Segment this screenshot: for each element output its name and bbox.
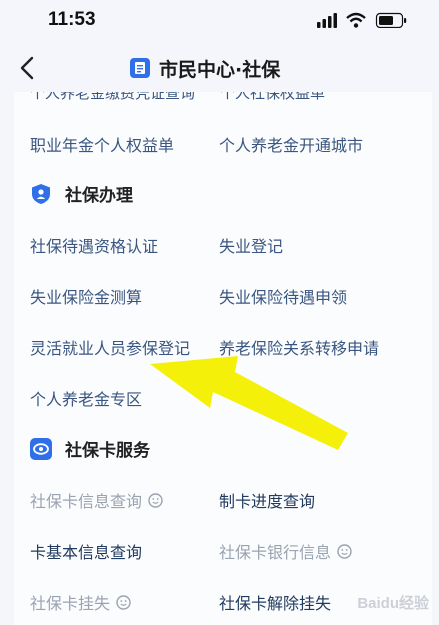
section-title: 社保卡服务 [65, 441, 150, 461]
face-recognition-icon [337, 543, 352, 559]
navigation-bar: 市民中心·社保 [0, 44, 439, 92]
menu-item-personal-social-security-rights[interactable]: 个人社保权益单 [220, 92, 325, 103]
status-bar: 11:53 [0, 0, 439, 44]
menu-item-unemployment-benefit-claim[interactable]: 失业保险待遇申领 [219, 284, 347, 308]
menu-item-pension-open-cities[interactable]: 个人养老金开通城市 [219, 132, 363, 156]
menu-item-occupational-annuity-rights[interactable]: 职业年金个人权益单 [30, 132, 174, 156]
page-title: 市民中心·社保 [130, 54, 280, 82]
menu-item-personal-pension-zone[interactable]: 个人养老金专区 [30, 386, 142, 410]
face-recognition-icon [148, 492, 163, 508]
back-button[interactable] [14, 54, 42, 82]
battery-icon [375, 12, 407, 28]
menu-item-unemployment-insurance-calc[interactable]: 失业保险金测算 [30, 284, 142, 308]
menu-item-label: 社保卡银行信息 [219, 543, 332, 562]
section-title: 社保办理 [65, 186, 133, 206]
card-icon [30, 437, 52, 460]
page-title-text: 市民中心·社保 [159, 58, 281, 81]
status-time: 11:53 [48, 9, 96, 30]
menu-item-card-bank-info[interactable]: 社保卡银行信息 [219, 539, 352, 563]
signal-icon [317, 13, 337, 28]
shield-icon [32, 183, 50, 204]
menu-item-pension-payment-voucher[interactable]: 个人养老金缴费凭证查询 [30, 92, 195, 103]
menu-item-label: 社保卡挂失 [30, 594, 111, 613]
watermark-logo: Baidu经验 [357, 595, 429, 612]
menu-item-card-info-query[interactable]: 社保卡信息查询 [30, 488, 163, 512]
menu-item-card-report-loss[interactable]: 社保卡挂失 [30, 590, 131, 614]
service-list[interactable]: 个人养老金缴费凭证查询 个人社保权益单 职业年金个人权益单 个人养老金开通城市 … [14, 92, 432, 625]
status-icons [317, 12, 407, 28]
section-header-social-security: 社保办理 [30, 181, 133, 206]
menu-item-card-basic-info-query[interactable]: 卡基本信息查询 [30, 539, 142, 563]
menu-item-card-cancel-loss[interactable]: 社保卡解除挂失 [219, 590, 331, 614]
menu-item-pension-transfer-application[interactable]: 养老保险关系转移申请 [219, 335, 379, 359]
menu-item-label: 社保卡信息查询 [30, 492, 143, 511]
section-header-card-services: 社保卡服务 [30, 436, 150, 461]
wifi-icon [346, 12, 366, 28]
menu-item-benefit-qualification-auth[interactable]: 社保待遇资格认证 [30, 233, 158, 257]
document-icon [130, 58, 150, 78]
menu-item-unemployment-registration[interactable]: 失业登记 [219, 233, 283, 257]
face-recognition-icon [116, 594, 131, 610]
menu-item-flexible-employment-registration[interactable]: 灵活就业人员参保登记 [30, 335, 190, 359]
menu-item-card-progress-query[interactable]: 制卡进度查询 [219, 488, 315, 512]
